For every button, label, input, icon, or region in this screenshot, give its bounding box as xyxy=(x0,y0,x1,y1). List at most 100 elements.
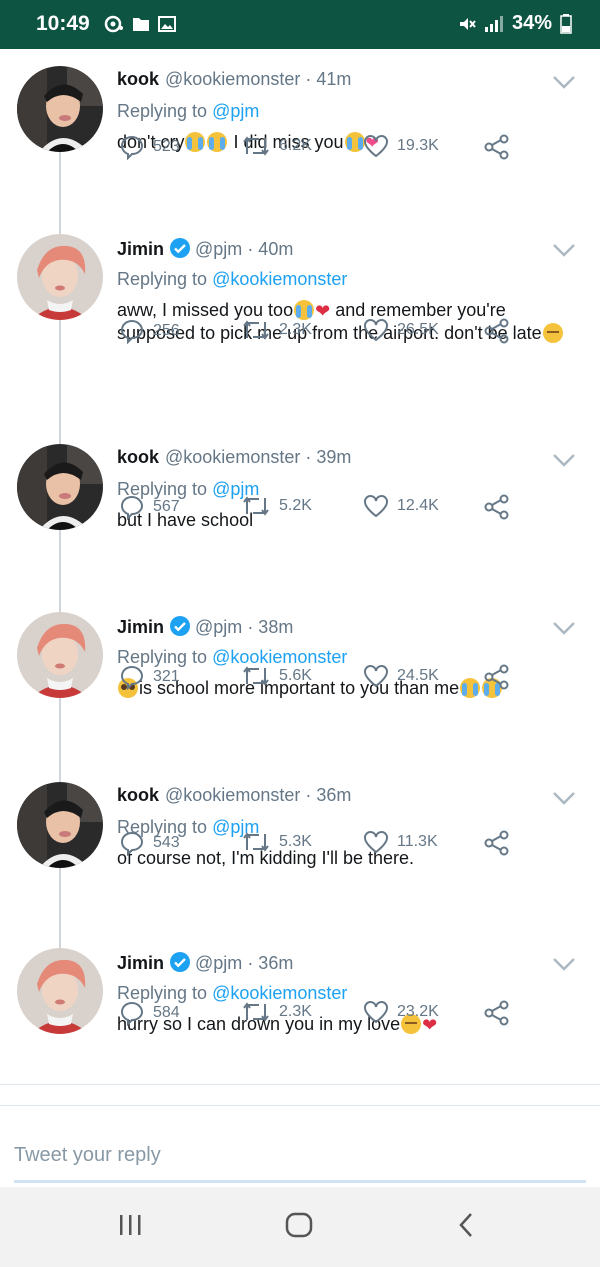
reply-icon xyxy=(120,1001,144,1026)
author-name[interactable]: Jimin xyxy=(117,953,164,973)
retweet-button[interactable]: 6.2K xyxy=(241,134,312,158)
heart-icon xyxy=(364,1001,388,1024)
recent-apps-icon[interactable] xyxy=(118,1211,144,1239)
author-handle: @pjm xyxy=(195,617,243,637)
retweet-icon xyxy=(243,496,269,516)
share-button[interactable] xyxy=(483,1000,511,1026)
like-button[interactable]: 26.5K xyxy=(363,318,439,342)
chevron-down-icon[interactable] xyxy=(552,75,576,89)
battery-icon xyxy=(560,13,572,34)
retweet-button[interactable]: 5.3K xyxy=(241,830,312,854)
heart-icon xyxy=(364,135,388,158)
like-count: 26.5K xyxy=(397,321,439,338)
tweet[interactable]: kook @kookiemonster · 36m Replying to @pj… xyxy=(0,765,600,948)
share-button[interactable] xyxy=(483,494,511,520)
tweet[interactable]: Jimin @pjm · 40m Replying to @kookiemonst… xyxy=(0,217,600,444)
tweet-text-part: aww, I missed you too xyxy=(117,300,294,320)
thread-connector xyxy=(59,320,61,444)
share-button[interactable] xyxy=(483,134,511,160)
home-icon[interactable] xyxy=(284,1211,314,1239)
like-count: 11.3K xyxy=(397,833,438,850)
avatar-image xyxy=(17,612,103,698)
like-button[interactable]: 12.4K xyxy=(363,494,439,518)
avatar[interactable] xyxy=(17,612,103,698)
system-status: 34% xyxy=(458,12,572,35)
share-icon xyxy=(484,830,509,856)
relieved-emoji xyxy=(542,323,563,343)
retweet-icon xyxy=(243,1002,269,1022)
tweet-time: · 39m xyxy=(305,447,352,467)
avatar-image xyxy=(17,948,103,1034)
tweet[interactable]: kook @kookiemonster · 41m Replying to @pj… xyxy=(0,49,600,234)
chevron-down-icon[interactable] xyxy=(552,453,576,467)
share-button[interactable] xyxy=(483,318,511,344)
avatar[interactable] xyxy=(17,948,103,1034)
tweet[interactable]: kook @kookiemonster · 39m Replying to @pj… xyxy=(0,427,600,612)
retweet-button[interactable]: 5.2K xyxy=(241,494,312,518)
reply-button[interactable]: 584 xyxy=(119,1000,180,1026)
like-button[interactable]: 24.5K xyxy=(363,664,439,688)
tweet-header: Jimin @pjm · 40m xyxy=(117,237,293,260)
reply-button[interactable]: 256 xyxy=(119,318,180,344)
retweet-icon xyxy=(243,320,269,340)
reply-button[interactable]: 523 xyxy=(119,134,180,160)
tweet-header: Jimin @pjm · 36m xyxy=(117,951,293,974)
tweet[interactable]: Jimin @pjm · 38m Replying to @kookiemonst… xyxy=(0,595,600,782)
avatar[interactable] xyxy=(17,782,103,868)
messenger-notification-icon xyxy=(104,15,123,33)
avatar[interactable] xyxy=(17,66,103,152)
like-count: 12.4K xyxy=(397,497,439,514)
chevron-down-icon[interactable] xyxy=(552,957,576,971)
reply-button[interactable]: 567 xyxy=(119,494,180,520)
replying-label: Replying to xyxy=(117,101,208,121)
chevron-down-icon[interactable] xyxy=(552,621,576,635)
crying-emoji xyxy=(294,300,315,320)
tweet-header: kook @kookiemonster · 36m xyxy=(117,785,351,806)
share-icon xyxy=(484,1000,509,1026)
avatar-image xyxy=(17,234,103,320)
chevron-down-icon[interactable] xyxy=(552,243,576,257)
reply-count: 321 xyxy=(153,668,180,685)
retweet-count: 5.2K xyxy=(279,497,312,514)
author-name[interactable]: Jimin xyxy=(117,239,164,259)
tweet-actions: 543 5.3K 11.3K xyxy=(117,830,517,856)
reply-icon xyxy=(120,319,144,344)
retweet-icon xyxy=(243,666,269,686)
avatar[interactable] xyxy=(17,234,103,320)
share-icon xyxy=(484,134,509,160)
share-button[interactable] xyxy=(483,830,511,856)
battery-percent: 34% xyxy=(511,12,552,34)
like-count: 23.2K xyxy=(397,1003,439,1020)
author-name[interactable]: kook xyxy=(117,69,159,89)
retweet-button[interactable]: 5.6K xyxy=(241,664,312,688)
verified-badge-icon xyxy=(170,616,191,636)
back-icon[interactable] xyxy=(456,1211,476,1239)
verified-badge-icon xyxy=(170,952,191,972)
reply-button[interactable]: 321 xyxy=(119,664,180,690)
retweet-button[interactable]: 2.3K xyxy=(241,318,312,342)
author-name[interactable]: kook xyxy=(117,447,159,467)
tweet-header: kook @kookiemonster · 41m xyxy=(117,69,351,90)
tweet-actions: 523 6.2K 19.3K xyxy=(117,134,517,160)
reply-button[interactable]: 543 xyxy=(119,830,180,856)
tweet-header: kook @kookiemonster · 39m xyxy=(117,447,351,468)
share-icon xyxy=(484,664,509,690)
like-button[interactable]: 23.2K xyxy=(363,1000,439,1024)
reply-input[interactable]: Tweet your reply xyxy=(14,1144,161,1167)
chevron-down-icon[interactable] xyxy=(552,791,576,805)
replying-handle[interactable]: @pjm xyxy=(212,101,259,121)
like-button[interactable]: 11.3K xyxy=(363,830,438,854)
notification-icons xyxy=(104,14,176,34)
avatar[interactable] xyxy=(17,444,103,530)
replying-handle[interactable]: @kookiemonster xyxy=(212,269,347,289)
tweet[interactable]: Jimin @pjm · 36m Replying to @kookiemonst… xyxy=(0,931,600,1121)
retweet-button[interactable]: 2.3K xyxy=(241,1000,312,1024)
tweet-time: · 40m xyxy=(247,239,294,259)
tweet-time: · 38m xyxy=(247,617,294,637)
author-name[interactable]: Jimin xyxy=(117,617,164,637)
author-name[interactable]: kook xyxy=(117,785,159,805)
tweet-header: Jimin @pjm · 38m xyxy=(117,615,293,638)
like-button[interactable]: 19.3K xyxy=(363,134,439,158)
tweet-time: · 36m xyxy=(247,953,294,973)
share-button[interactable] xyxy=(483,664,511,690)
